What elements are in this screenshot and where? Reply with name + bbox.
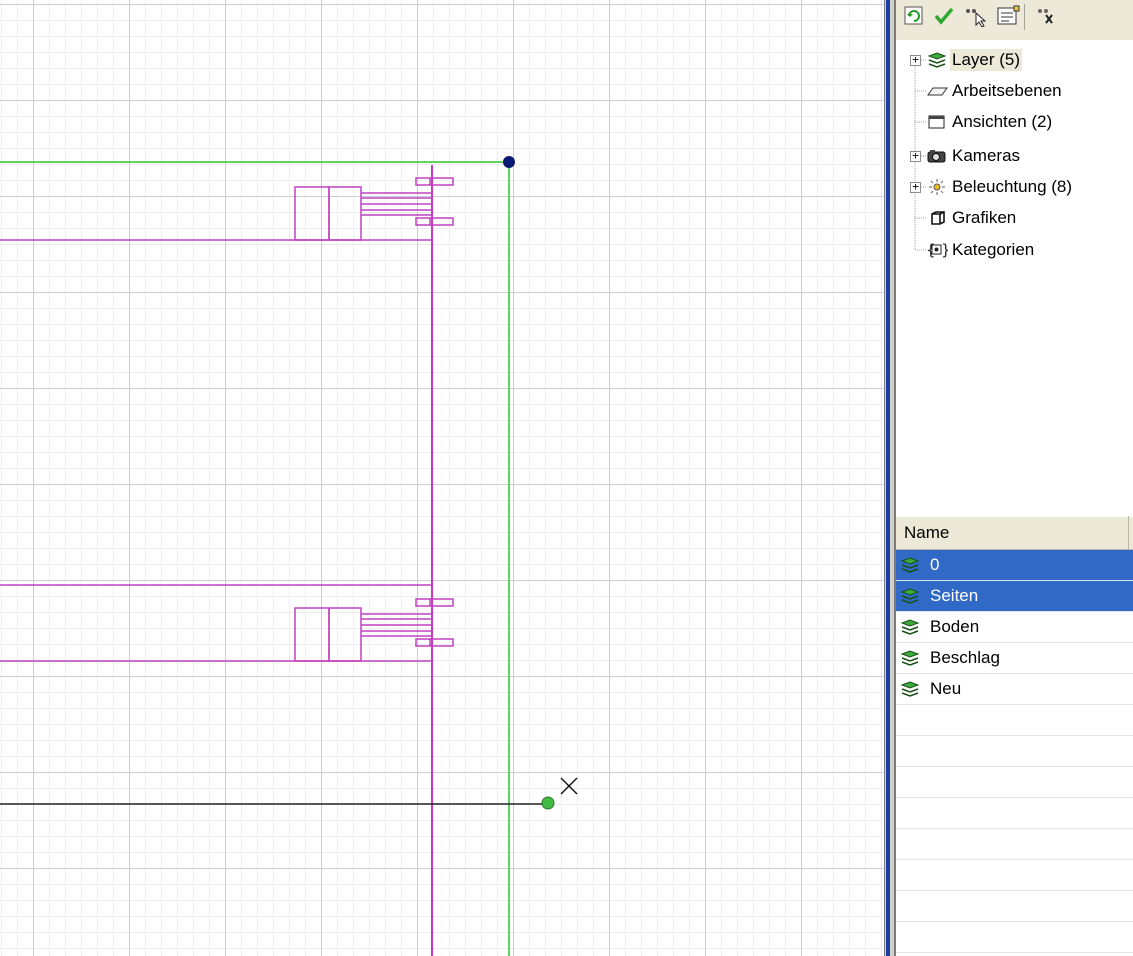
empty-row — [896, 736, 1133, 767]
empty-row — [896, 798, 1133, 829]
layer-stack-icon — [926, 51, 948, 69]
layer-row-seiten[interactable]: Seiten — [896, 581, 1133, 612]
tree-item-beleuchtung[interactable]: Beleuchtung (8) — [926, 175, 1074, 199]
empty-row — [896, 891, 1133, 922]
empty-row — [896, 922, 1133, 953]
checkmark-icon[interactable] — [930, 2, 958, 30]
tree-item-ansichten[interactable]: Ansichten (2) — [926, 110, 1054, 134]
layer-name: Neu — [930, 679, 962, 698]
layer-name: Seiten — [930, 586, 979, 605]
explorer-toolbar — [896, 0, 1133, 40]
tree-item-arbeitsebenen[interactable]: Arbeitsebenen — [926, 79, 1064, 103]
layer-icon — [900, 680, 922, 698]
expand-kameras-button[interactable]: + — [910, 150, 921, 162]
select-cursor-icon[interactable] — [962, 2, 990, 30]
layer-row-beschlag[interactable]: Beschlag — [896, 643, 1133, 674]
tree-item-label: Layer (5) — [950, 49, 1023, 71]
layer-row-0[interactable]: 0 — [896, 550, 1133, 581]
layer-icon — [900, 618, 922, 636]
snap-icon[interactable] — [1030, 2, 1058, 30]
properties-icon[interactable] — [994, 2, 1022, 30]
column-header-name[interactable]: Name — [896, 516, 1133, 550]
tree-item-label: Arbeitsebenen — [952, 81, 1062, 100]
tree-item-kategorien[interactable]: {} Kategorien — [926, 238, 1036, 262]
tree-item-kameras[interactable]: Kameras — [926, 144, 1022, 168]
tree-item-label: Kameras — [952, 146, 1021, 165]
layer-row-neu[interactable]: Neu — [896, 674, 1133, 705]
blue-grip-handle[interactable] — [503, 156, 515, 168]
view-window-icon — [926, 113, 948, 131]
empty-row — [896, 767, 1133, 798]
category-braces-icon: {} — [926, 241, 948, 259]
expand-layer-button[interactable]: + — [910, 54, 921, 66]
splitter-bar — [886, 0, 890, 956]
project-tree[interactable]: + Layer (5) Arbeitsebenen Ansichten (2) … — [896, 40, 1133, 508]
svg-text:}: } — [941, 241, 948, 259]
workplane-icon — [926, 82, 948, 100]
hinge-upper[interactable] — [0, 177, 454, 241]
layer-icon — [900, 556, 922, 574]
column-header-divider[interactable] — [1128, 516, 1129, 550]
green-grip-handle[interactable] — [541, 796, 555, 810]
tree-item-label: Grafiken — [952, 208, 1017, 227]
empty-row — [896, 829, 1133, 860]
layer-row-boden[interactable]: Boden — [896, 612, 1133, 643]
tree-item-layer[interactable]: Layer (5) — [926, 48, 1023, 72]
drawing-canvas[interactable] — [0, 0, 884, 956]
project-explorer-panel: + Layer (5) Arbeitsebenen Ansichten (2) … — [894, 0, 1133, 956]
empty-row — [896, 860, 1133, 891]
empty-row — [896, 705, 1133, 736]
tree-item-label: Beleuchtung (8) — [952, 177, 1073, 196]
layer-name: Beschlag — [930, 648, 1000, 667]
toolbar-separator — [1024, 4, 1025, 30]
tree-item-label: Ansichten (2) — [952, 112, 1053, 131]
hinge-lower[interactable] — [0, 584, 454, 662]
tree-item-label: Kategorien — [952, 240, 1035, 259]
layer-icon — [900, 587, 922, 605]
layer-list[interactable]: Name 0 Seiten Boden Beschlag Neu — [896, 508, 1133, 956]
cross-cursor-icon — [560, 777, 578, 795]
tree-item-grafiken[interactable]: Grafiken — [926, 206, 1018, 230]
light-icon — [926, 178, 948, 196]
column-header-label: Name — [904, 523, 950, 542]
drawing-geometry — [0, 156, 578, 956]
camera-icon — [926, 147, 948, 165]
layer-name: Boden — [930, 617, 980, 636]
graphic-cube-icon — [926, 209, 948, 227]
layer-icon — [900, 649, 922, 667]
refresh-icon[interactable] — [900, 2, 928, 30]
layer-name: 0 — [930, 555, 940, 574]
expand-beleuchtung-button[interactable]: + — [910, 181, 921, 193]
